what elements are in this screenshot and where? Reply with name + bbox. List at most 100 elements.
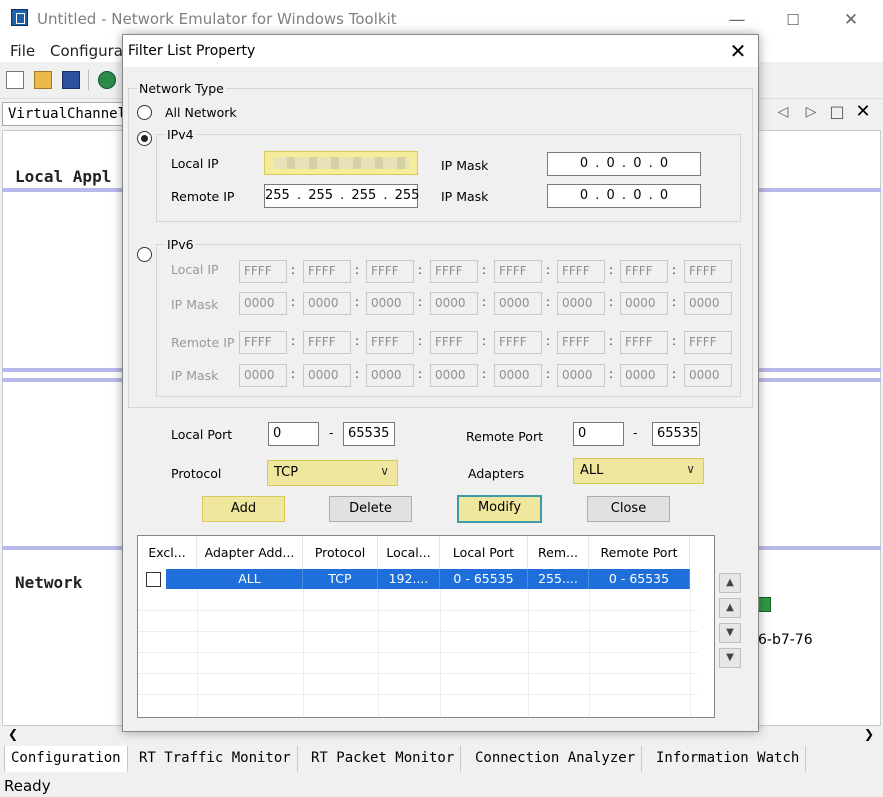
maximize-icon[interactable]: ☐ — [778, 6, 808, 34]
add-button[interactable]: Add — [202, 496, 285, 522]
table-cell[interactable]: 0 - 65535 — [440, 569, 528, 589]
close-window-icon[interactable]: ✕ — [836, 6, 866, 34]
local-port-label: Local Port — [171, 427, 233, 442]
ipv6-segment-field[interactable]: FFFF — [239, 260, 287, 283]
ipv6-segment-field[interactable]: FFFF — [684, 331, 732, 354]
local-port-to-field[interactable]: 65535 — [343, 422, 395, 446]
grid-line — [589, 589, 590, 717]
modify-button[interactable]: Modify — [457, 495, 542, 523]
move-up-icon[interactable]: ▲ — [719, 598, 741, 618]
virtual-channel-label[interactable]: VirtualChannel — [2, 102, 132, 126]
network-node-icon[interactable] — [758, 597, 771, 612]
minimize-icon[interactable]: — — [722, 6, 752, 34]
table-cell[interactable]: 255.... — [528, 569, 589, 589]
ipv6-segment-field[interactable]: 0000 — [557, 364, 605, 387]
local-port-from-field[interactable]: 0 — [268, 422, 319, 446]
ipv6-radio[interactable] — [137, 247, 152, 262]
segment-separator: : — [418, 295, 423, 309]
save-icon[interactable] — [62, 71, 80, 89]
new-page-icon[interactable]: □ — [826, 101, 848, 123]
all-network-radio[interactable] — [137, 105, 152, 120]
tab-rt-traffic-monitor[interactable]: RT Traffic Monitor — [133, 746, 298, 772]
open-folder-icon[interactable] — [34, 71, 52, 89]
tab-rt-packet-monitor[interactable]: RT Packet Monitor — [305, 746, 462, 772]
remote-port-from-field[interactable]: 0 — [573, 422, 624, 446]
filter-list-table[interactable]: Excl... Adapter Add... Protocol Local...… — [137, 535, 715, 718]
v4-local-mask-field[interactable]: 0 . 0 . 0 . 0 — [547, 152, 701, 176]
ipv6-segment-field[interactable]: FFFF — [557, 331, 605, 354]
segment-separator: : — [291, 334, 296, 348]
close-button[interactable]: Close — [587, 496, 670, 522]
scroll-left-icon[interactable]: ❮ — [8, 727, 18, 741]
column-header-exclude[interactable]: Excl... — [138, 536, 197, 569]
scroll-right-icon[interactable]: ❯ — [864, 727, 874, 741]
ipv6-segment-field[interactable]: FFFF — [557, 260, 605, 283]
table-cell[interactable]: TCP — [303, 569, 378, 589]
move-top-icon[interactable]: ▲ — [719, 573, 741, 593]
ipv6-segment-field[interactable]: 0000 — [684, 364, 732, 387]
adapters-dropdown[interactable]: ALL ∨ — [573, 458, 704, 484]
ipv6-segment-field[interactable]: 0000 — [684, 292, 732, 315]
ipv6-segment-field[interactable]: 0000 — [366, 364, 414, 387]
ipv6-segment-field[interactable]: 0000 — [303, 364, 351, 387]
ipv6-segment-field[interactable]: FFFF — [239, 331, 287, 354]
delete-button[interactable]: Delete — [329, 496, 412, 522]
next-icon[interactable]: ▷ — [800, 101, 822, 123]
exclude-checkbox[interactable] — [146, 572, 161, 587]
ipv6-segment-field[interactable]: 0000 — [430, 292, 478, 315]
ipv6-segment-field[interactable]: 0000 — [620, 364, 668, 387]
menu-configuration[interactable]: Configurat — [50, 42, 129, 60]
column-header-local-ip[interactable]: Local... — [378, 536, 440, 569]
column-header-protocol[interactable]: Protocol — [303, 536, 378, 569]
ipv6-segment-field[interactable]: FFFF — [684, 260, 732, 283]
tab-connection-analyzer[interactable]: Connection Analyzer — [469, 746, 643, 772]
new-file-icon[interactable] — [6, 71, 24, 89]
dialog-close-icon[interactable]: ✕ — [723, 38, 753, 64]
ipv6-segment-field[interactable]: FFFF — [430, 260, 478, 283]
column-header-local-port[interactable]: Local Port — [440, 536, 528, 569]
segment-separator: : — [609, 295, 614, 309]
tab-information-watch[interactable]: Information Watch — [650, 746, 807, 772]
ipv6-segment-field[interactable]: 0000 — [239, 292, 287, 315]
column-header-remote-port[interactable]: Remote Port — [589, 536, 690, 569]
ipv6-segment-field[interactable]: FFFF — [430, 331, 478, 354]
column-header-adapter[interactable]: Adapter Add... — [197, 536, 303, 569]
move-bottom-icon[interactable]: ▼ — [719, 648, 741, 668]
ipv6-segment-field[interactable]: 0000 — [239, 364, 287, 387]
globe-icon[interactable] — [98, 71, 116, 89]
close-page-icon[interactable]: ✕ — [852, 101, 874, 123]
table-cell[interactable]: 0 - 65535 — [589, 569, 690, 589]
ipv6-segment-field[interactable]: FFFF — [366, 260, 414, 283]
column-header-remote-ip[interactable]: Rem... — [528, 536, 589, 569]
ipv6-segment-field[interactable]: FFFF — [620, 331, 668, 354]
v4-remote-mask-field[interactable]: 0 . 0 . 0 . 0 — [547, 184, 701, 208]
ipv6-segment-field[interactable]: 0000 — [303, 292, 351, 315]
ipv6-segment-field[interactable]: FFFF — [366, 331, 414, 354]
ipv6-segment-field[interactable]: FFFF — [494, 331, 542, 354]
ipv6-segment-field[interactable]: FFFF — [494, 260, 542, 283]
network-type-label: Network Type — [137, 81, 226, 96]
remote-port-to-field[interactable]: 65535 — [652, 422, 700, 446]
ipv6-segment-field[interactable]: 0000 — [557, 292, 605, 315]
ipv6-segment-field[interactable]: 0000 — [366, 292, 414, 315]
tab-configuration[interactable]: Configuration — [4, 746, 128, 772]
ipv6-segment-field[interactable]: 0000 — [494, 292, 542, 315]
ipv6-segment-field[interactable]: FFFF — [303, 260, 351, 283]
ipv6-segment-field[interactable]: FFFF — [303, 331, 351, 354]
ipv6-segment-field[interactable]: 0000 — [620, 292, 668, 315]
v4-remote-ip-field[interactable]: 255 . 255 . 255 . 255 — [264, 184, 419, 208]
prev-icon[interactable]: ◁ — [772, 101, 794, 123]
ipv4-radio[interactable] — [137, 131, 152, 146]
v6-remote-mask-label: IP Mask — [171, 368, 219, 383]
table-cell[interactable]: ALL — [197, 569, 303, 589]
protocol-dropdown[interactable]: TCP ∨ — [267, 460, 398, 486]
segment-separator: : — [291, 295, 296, 309]
ipv6-segment-field[interactable]: FFFF — [620, 260, 668, 283]
ipv6-segment-field[interactable]: 0000 — [494, 364, 542, 387]
ipv6-segment-field[interactable]: 0000 — [430, 364, 478, 387]
segment-separator: : — [546, 367, 551, 381]
menu-file[interactable]: File — [10, 42, 35, 60]
grid-line — [138, 694, 698, 695]
move-down-icon[interactable]: ▼ — [719, 623, 741, 643]
table-cell[interactable]: 192.... — [378, 569, 440, 589]
